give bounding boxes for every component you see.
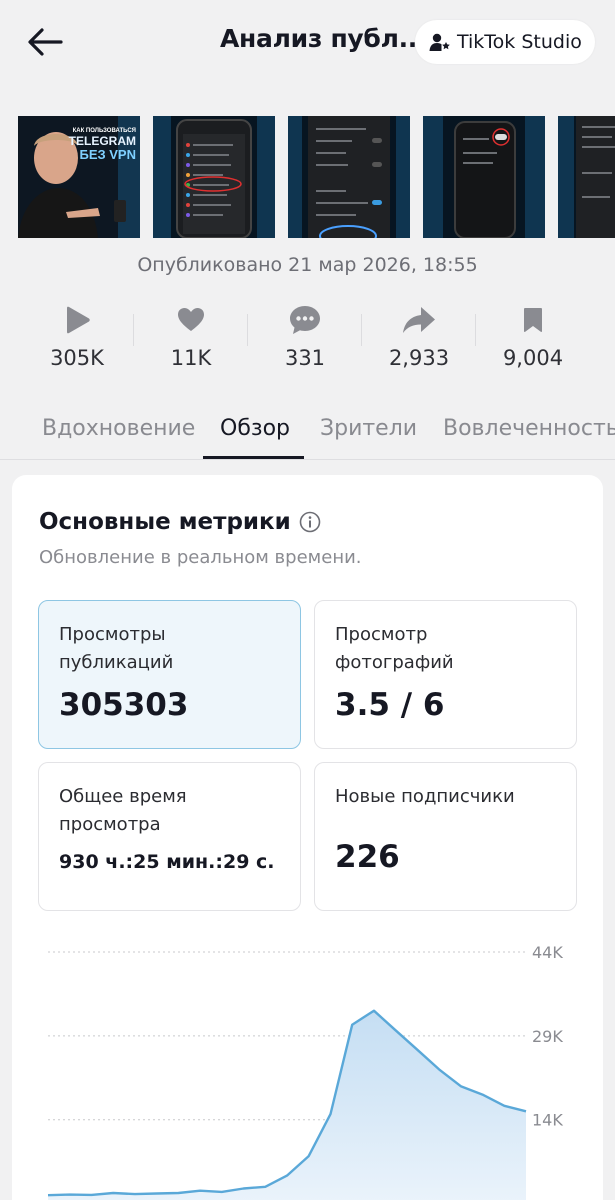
thumbnail-2[interactable] [153, 116, 275, 238]
published-date: Опубликовано 21 мар 2026, 18:55 [137, 254, 478, 276]
metric-value: 3.5 / 6 [335, 687, 445, 723]
stat-comments: 331 [248, 300, 362, 380]
metric-label: публикаций [59, 652, 174, 673]
metric-total-watch-time[interactable]: Общее время просмотра 930 ч.:25 мин.:29 … [38, 762, 301, 911]
stat-icon-wrapper [402, 300, 436, 340]
tiktok-studio-button[interactable]: TikTok Studio [415, 20, 595, 64]
stat-value: 305K [50, 346, 104, 370]
phone-screenshot-image [423, 116, 545, 238]
thumbnail-strip[interactable]: КАК ПОЛЬЗОВАТЬСЯ TELEGRAM БЕЗ VPN [18, 116, 615, 238]
stat-likes: 11K [134, 300, 248, 380]
thumbnail-caption-line: БЕЗ VPN [79, 146, 136, 162]
stat-saves: 9,004 [476, 300, 590, 380]
analytics-tabs: Вдохновение Обзор Зрители Вовлеченность [0, 400, 615, 460]
tab-overview[interactable]: Обзор [220, 416, 290, 441]
stat-value: 331 [284, 346, 326, 370]
stat-value: 9,004 [502, 346, 564, 370]
views-area-fill [48, 1010, 526, 1200]
stat-value: 2,933 [388, 346, 450, 370]
card-title-text: Основные метрики [39, 509, 291, 535]
tab-viewers[interactable]: Зрители [320, 416, 417, 441]
metric-label: Общее время [59, 786, 187, 807]
info-icon[interactable] [299, 511, 321, 533]
stat-views: 305K [20, 300, 134, 380]
play-icon [67, 306, 90, 334]
active-tab-indicator [203, 456, 304, 459]
stat-icon-wrapper [177, 300, 205, 340]
metric-value: 305303 [59, 687, 189, 723]
metric-label: Новые подписчики [335, 786, 515, 807]
card-title: Основные метрики [39, 509, 321, 535]
page-title: Анализ публ... [220, 24, 427, 53]
metric-post-views[interactable]: Просмотры публикаций 305303 [38, 600, 301, 749]
phone-screenshot-image [153, 116, 275, 238]
phone-screenshot-image [558, 116, 615, 238]
back-button[interactable] [20, 22, 70, 62]
tab-inspiration[interactable]: Вдохновение [42, 416, 195, 441]
thumbnail-3[interactable] [288, 116, 410, 238]
post-stats: 305K 11K 331 2,933 9,004 [20, 300, 590, 380]
views-chart[interactable]: 44K 29K 14K [36, 930, 576, 1200]
y-tick-label: 29K [532, 1027, 563, 1046]
metric-value: 226 [335, 839, 400, 875]
metric-photo-views[interactable]: Просмотр фотографий 3.5 / 6 [314, 600, 577, 749]
metric-new-followers[interactable]: Новые подписчики 226 [314, 762, 577, 911]
metric-label: просмотра [59, 814, 161, 835]
stat-value: 11K [170, 346, 212, 370]
thumbnail-caption: КАК ПОЛЬЗОВАТЬСЯ TELEGRAM БЕЗ VPN [69, 128, 136, 162]
header: Анализ публ... TikTok Studio [0, 0, 615, 90]
y-tick-label: 44K [532, 943, 563, 962]
thumbnail-5[interactable] [558, 116, 615, 238]
heart-icon [178, 308, 204, 331]
bookmark-icon [524, 308, 542, 332]
tab-engagement[interactable]: Вовлеченность [443, 416, 615, 441]
user-settings-icon [429, 33, 450, 51]
thumbnail-1[interactable]: КАК ПОЛЬЗОВАТЬСЯ TELEGRAM БЕЗ VPN [18, 116, 140, 238]
arrow-left-icon [28, 28, 63, 56]
phone-screenshot-image [288, 116, 410, 238]
tiktok-studio-label: TikTok Studio [457, 31, 582, 53]
share-icon [403, 307, 435, 333]
metric-label: Просмотр [335, 624, 428, 645]
thumbnail-4[interactable] [423, 116, 545, 238]
metric-value: 930 ч.:25 мин.:29 с. [59, 851, 275, 873]
metric-label: Просмотры [59, 624, 166, 645]
stat-icon-wrapper [63, 300, 91, 340]
thumbnail-caption-line: TELEGRAM [68, 133, 136, 148]
y-tick-label: 14K [532, 1111, 563, 1130]
stat-icon-wrapper [523, 300, 543, 340]
stat-icon-wrapper [289, 300, 321, 340]
card-subtitle: Обновление в реальном времени. [39, 547, 362, 568]
stat-shares: 2,933 [362, 300, 476, 380]
metric-label: фотографий [335, 652, 454, 673]
comment-icon [290, 306, 320, 334]
